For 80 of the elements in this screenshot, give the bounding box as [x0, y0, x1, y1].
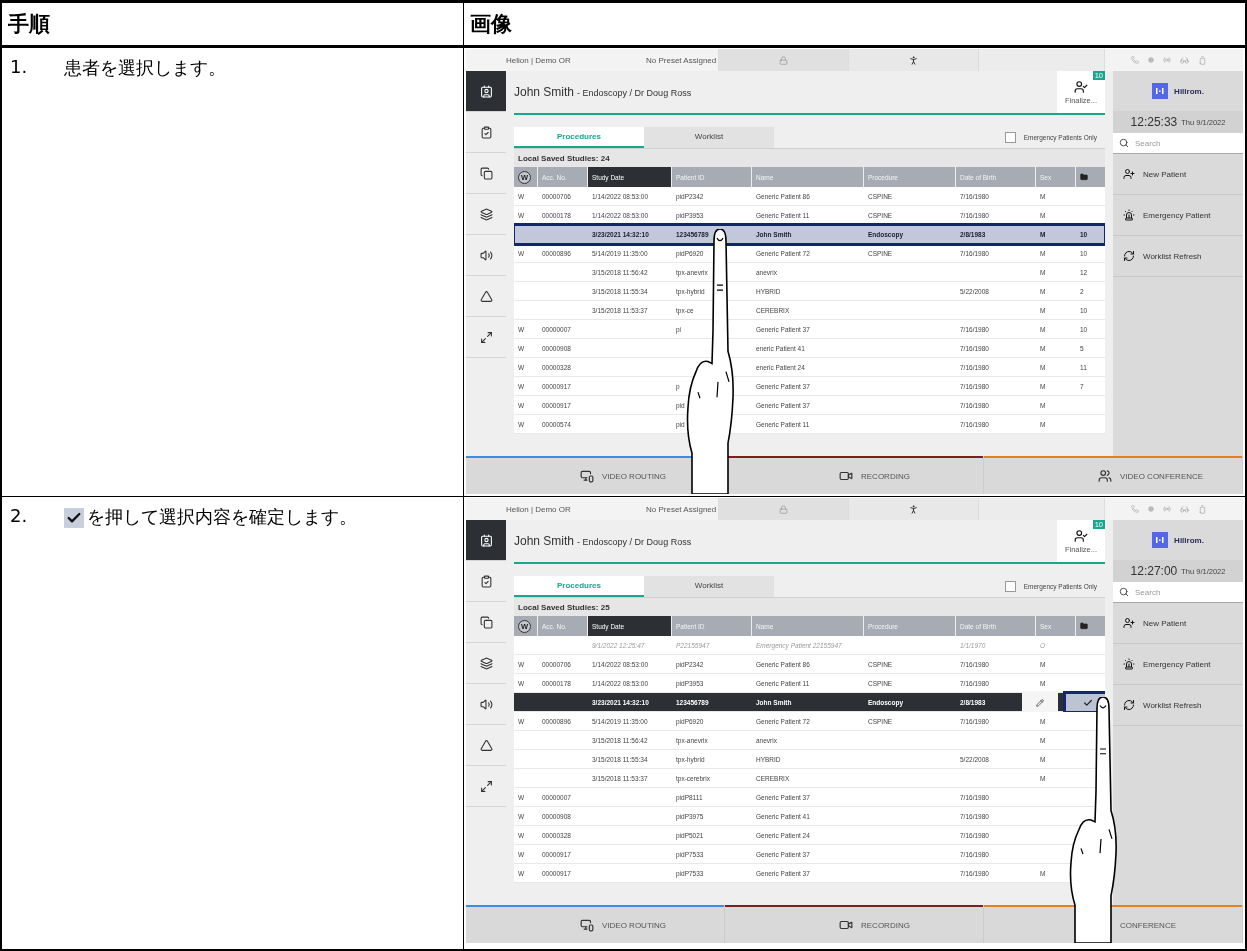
person-icon	[908, 54, 919, 66]
expand-icon	[479, 779, 493, 793]
copy-icon	[479, 615, 493, 629]
refresh-icon	[1123, 250, 1135, 262]
location-label: Helion | Demo OR	[506, 54, 572, 67]
preset-label: No Preset Assigned	[646, 503, 718, 516]
user-plus-icon	[1123, 617, 1135, 629]
signal-icon	[1163, 56, 1171, 64]
expand-icon	[479, 330, 493, 344]
refresh-icon	[1123, 699, 1135, 711]
user-check-icon	[1074, 79, 1088, 94]
bottom-bar-button[interactable]: RECORDING	[725, 905, 984, 943]
search-field[interactable]: Search	[1113, 133, 1243, 154]
bottom-bar-button[interactable]: VIDEO ROUTING	[466, 905, 725, 943]
glasses-icon	[1180, 55, 1189, 65]
brand-name: Hillrom.	[1174, 535, 1204, 545]
clock-time: 12:25:33	[1130, 115, 1178, 129]
edit-button[interactable]	[1022, 691, 1058, 714]
speaker-icon	[479, 697, 493, 711]
step-text: を押して選択内容を確定します。	[64, 505, 357, 530]
logo-icon	[1152, 83, 1169, 99]
video-camera-icon	[839, 469, 853, 483]
user-check-icon	[1074, 528, 1088, 543]
folder-icon	[1080, 173, 1088, 181]
patient-title: John Smith - Endoscopy / Dr Doug Ross	[514, 534, 692, 548]
location-label: Helion | Demo OR	[506, 503, 572, 516]
pencil-icon	[1036, 698, 1044, 707]
battery-icon	[1198, 55, 1207, 65]
checkbox[interactable]	[1004, 581, 1016, 592]
siren-icon	[1123, 209, 1135, 221]
column-header[interactable]	[1076, 616, 1105, 636]
step-number: 1.	[10, 56, 29, 77]
saved-studies-label: Local Saved Studies: 25	[514, 598, 1105, 616]
column-heading: 手順	[8, 11, 50, 38]
clipboard-check-icon	[479, 125, 493, 139]
video-camera-icon	[839, 918, 853, 932]
folder-icon	[1080, 622, 1088, 630]
monitor-phone-icon	[580, 918, 594, 932]
checkbox[interactable]	[1004, 132, 1016, 143]
preset-label: No Preset Assigned	[646, 54, 718, 67]
battery-icon	[1198, 504, 1207, 514]
id-card-icon	[479, 84, 493, 98]
siren-icon	[1123, 658, 1135, 670]
search-icon	[1119, 587, 1129, 597]
signal-icon	[1163, 505, 1171, 513]
layers-icon	[479, 656, 493, 670]
step-text: 患者を選択します。	[64, 56, 226, 80]
phone-icon	[1131, 56, 1139, 64]
clipboard-check-icon	[479, 574, 493, 588]
users-icon	[1098, 469, 1112, 483]
column-header[interactable]	[1076, 167, 1105, 187]
lock-icon	[779, 55, 788, 65]
triangle-icon	[479, 738, 493, 752]
monitor-phone-icon	[580, 469, 594, 483]
phone-icon	[1131, 505, 1139, 513]
check-icon	[1083, 697, 1093, 708]
copy-icon	[479, 166, 493, 180]
step-number: 2.	[10, 505, 29, 526]
layers-icon	[479, 207, 493, 221]
check-icon	[64, 508, 84, 528]
user-plus-icon	[1123, 168, 1135, 180]
tab[interactable]: Worklist	[644, 127, 774, 148]
speaker-icon	[479, 248, 493, 262]
lock-icon	[779, 504, 788, 514]
search-field[interactable]: Search	[1113, 582, 1243, 603]
logo-icon	[1152, 532, 1169, 548]
glasses-icon	[1180, 504, 1189, 514]
column-heading: 画像	[470, 11, 512, 38]
dot-icon	[1148, 57, 1154, 63]
person-icon	[908, 503, 919, 515]
patient-title: John Smith - Endoscopy / Dr Doug Ross	[514, 85, 692, 99]
brand-name: Hillrom.	[1174, 86, 1204, 96]
tab[interactable]: Worklist	[644, 576, 774, 597]
bottom-bar-button[interactable]: VIDEO CONFERENCE	[984, 456, 1243, 494]
id-card-icon	[479, 533, 493, 547]
clock-time: 12:27:00	[1130, 564, 1178, 578]
dot-icon	[1148, 506, 1154, 512]
search-icon	[1119, 138, 1129, 148]
saved-studies-label: Local Saved Studies: 24	[514, 149, 1105, 167]
triangle-icon	[479, 289, 493, 303]
